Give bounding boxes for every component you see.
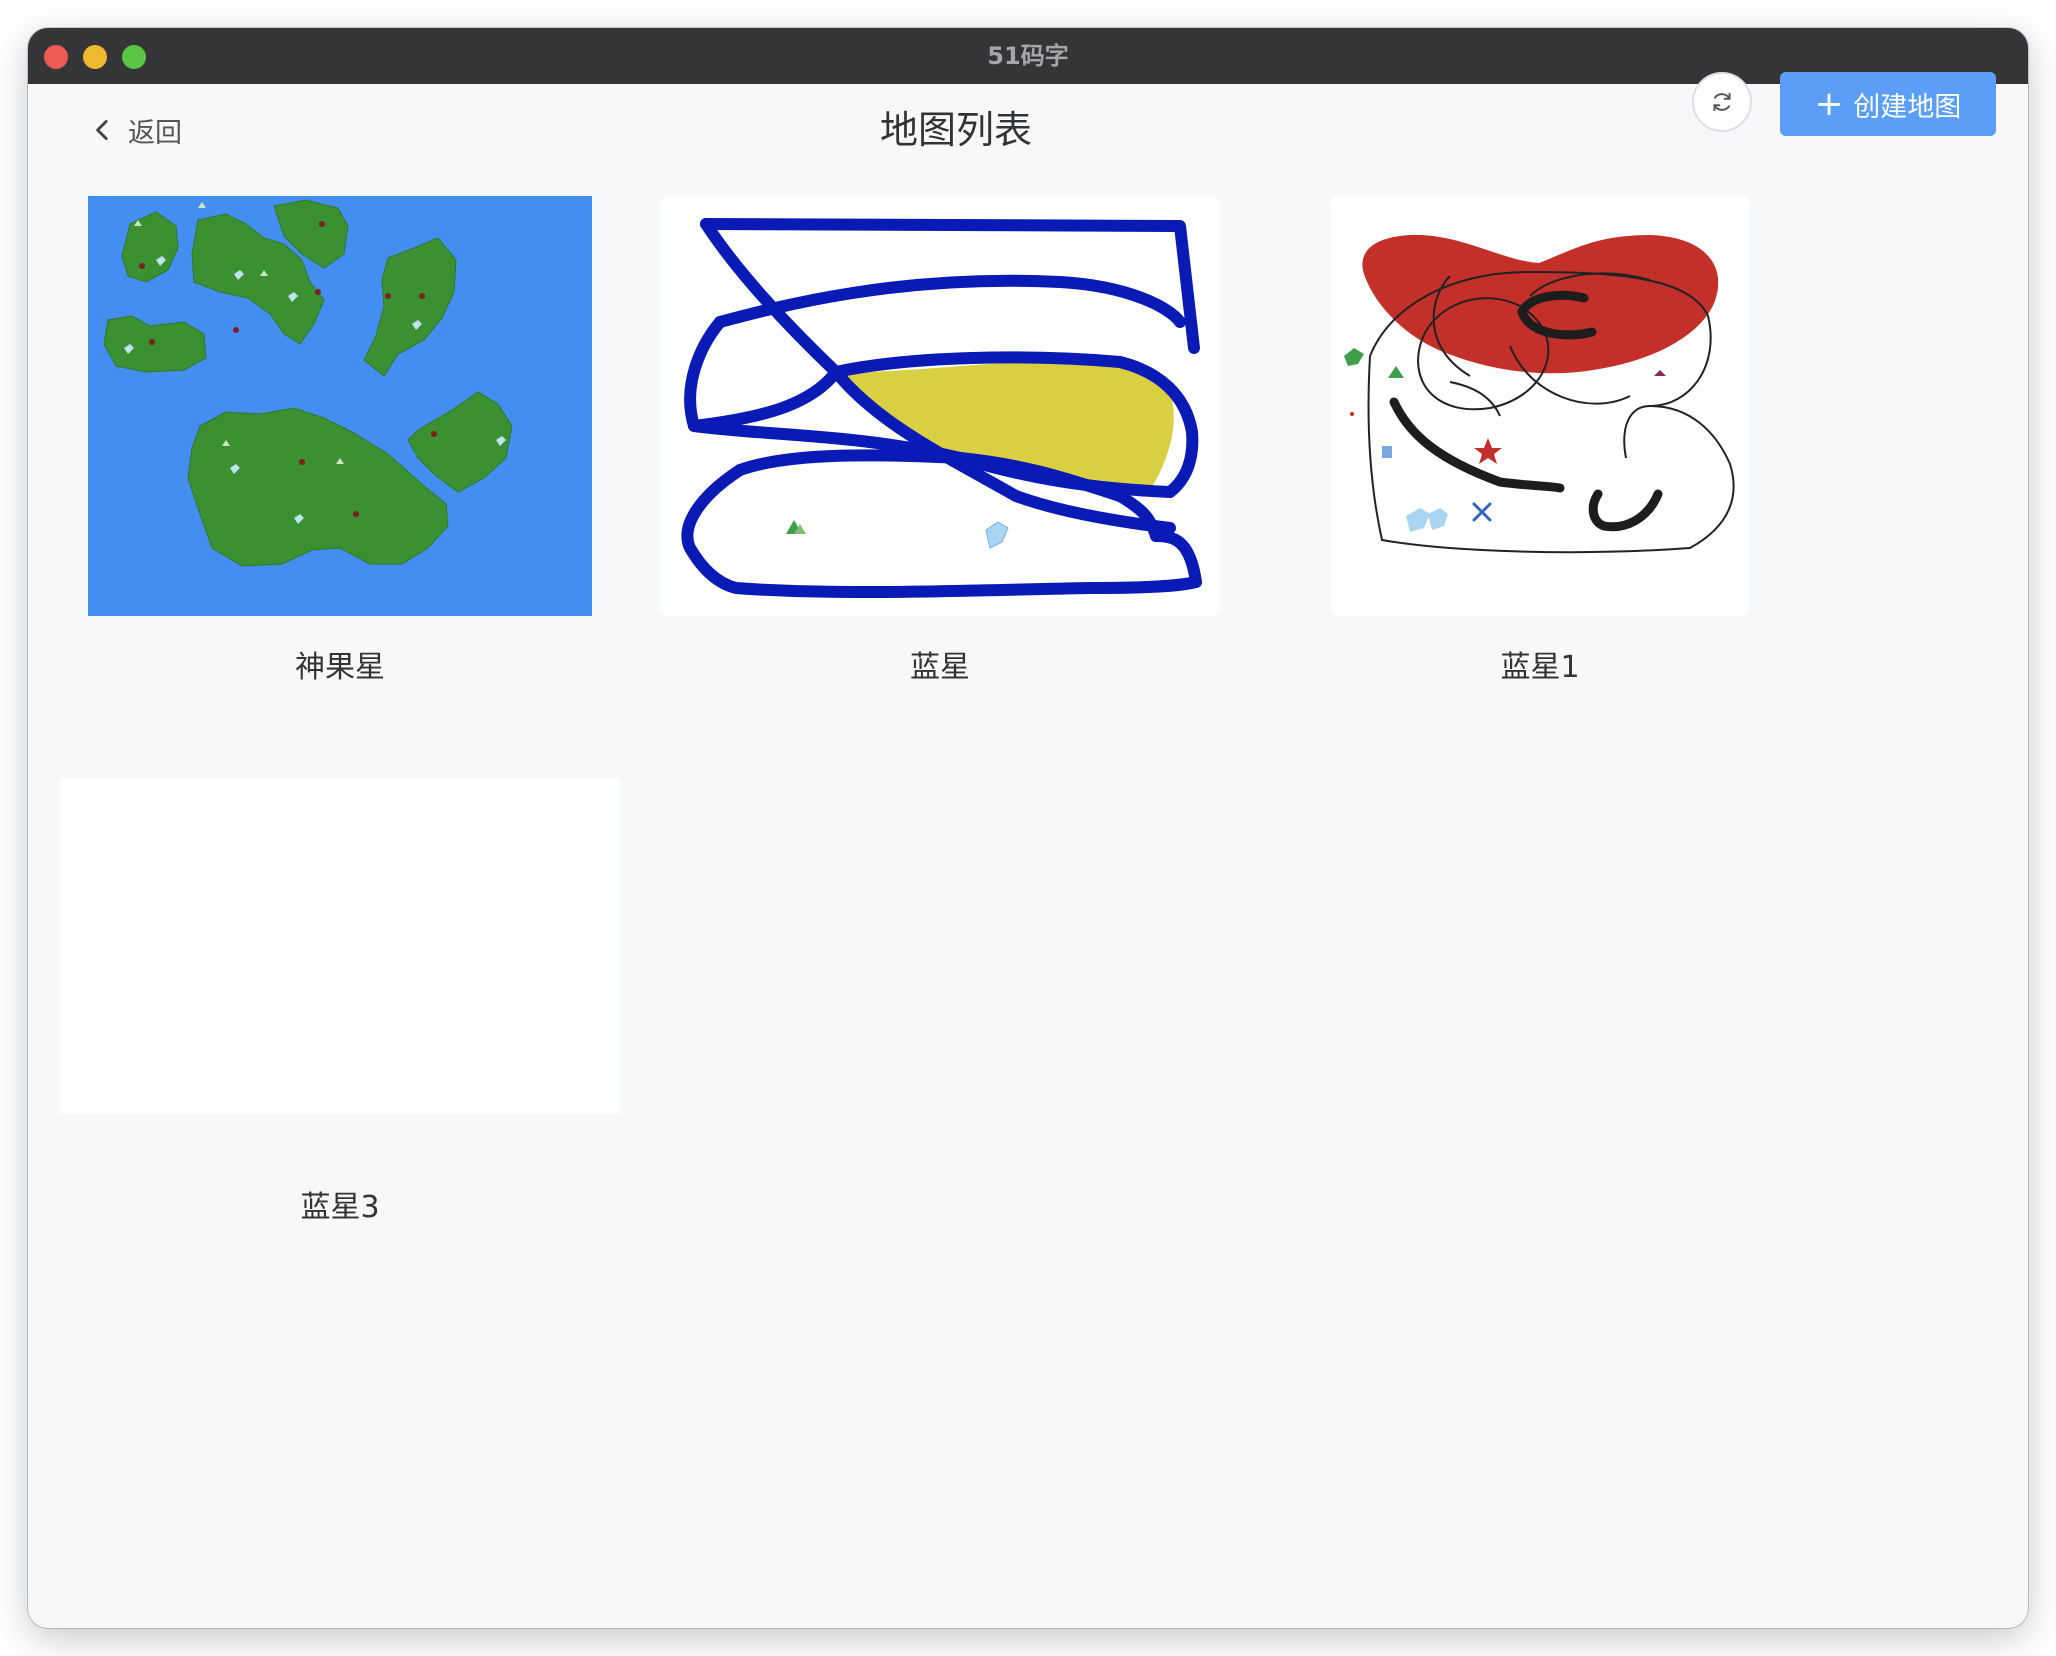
create-map-label: 创建地图 bbox=[1853, 91, 1962, 123]
map-thumbnail-2[interactable] bbox=[660, 196, 1220, 616]
map-name-2[interactable]: 蓝星 bbox=[660, 642, 1220, 686]
refresh-icon bbox=[1713, 92, 1731, 112]
map-name-4[interactable]: 蓝星3 bbox=[60, 1182, 620, 1226]
page-title: 地图列表 bbox=[879, 108, 1032, 152]
create-map-button[interactable]: + 创建地图 bbox=[1780, 72, 1996, 136]
map-thumbnail-4[interactable] bbox=[60, 778, 620, 1114]
refresh-button[interactable] bbox=[1692, 72, 1752, 132]
plus-icon: + bbox=[1814, 84, 1844, 124]
map-preview-ocean-islands bbox=[88, 196, 592, 616]
app-window: 51码字 返回 地图列表 + 创建地图 神果星 蓝星 蓝星1 蓝星3 bbox=[28, 28, 2028, 1628]
map-thumbnail-1[interactable] bbox=[88, 196, 592, 616]
map-preview-blue-outline bbox=[660, 196, 1220, 616]
map-name-1[interactable]: 神果星 bbox=[88, 642, 592, 686]
map-thumbnail-3[interactable] bbox=[1330, 196, 1750, 616]
map-name-3[interactable]: 蓝星1 bbox=[1330, 642, 1750, 686]
map-preview-red-zone bbox=[1330, 196, 1750, 616]
